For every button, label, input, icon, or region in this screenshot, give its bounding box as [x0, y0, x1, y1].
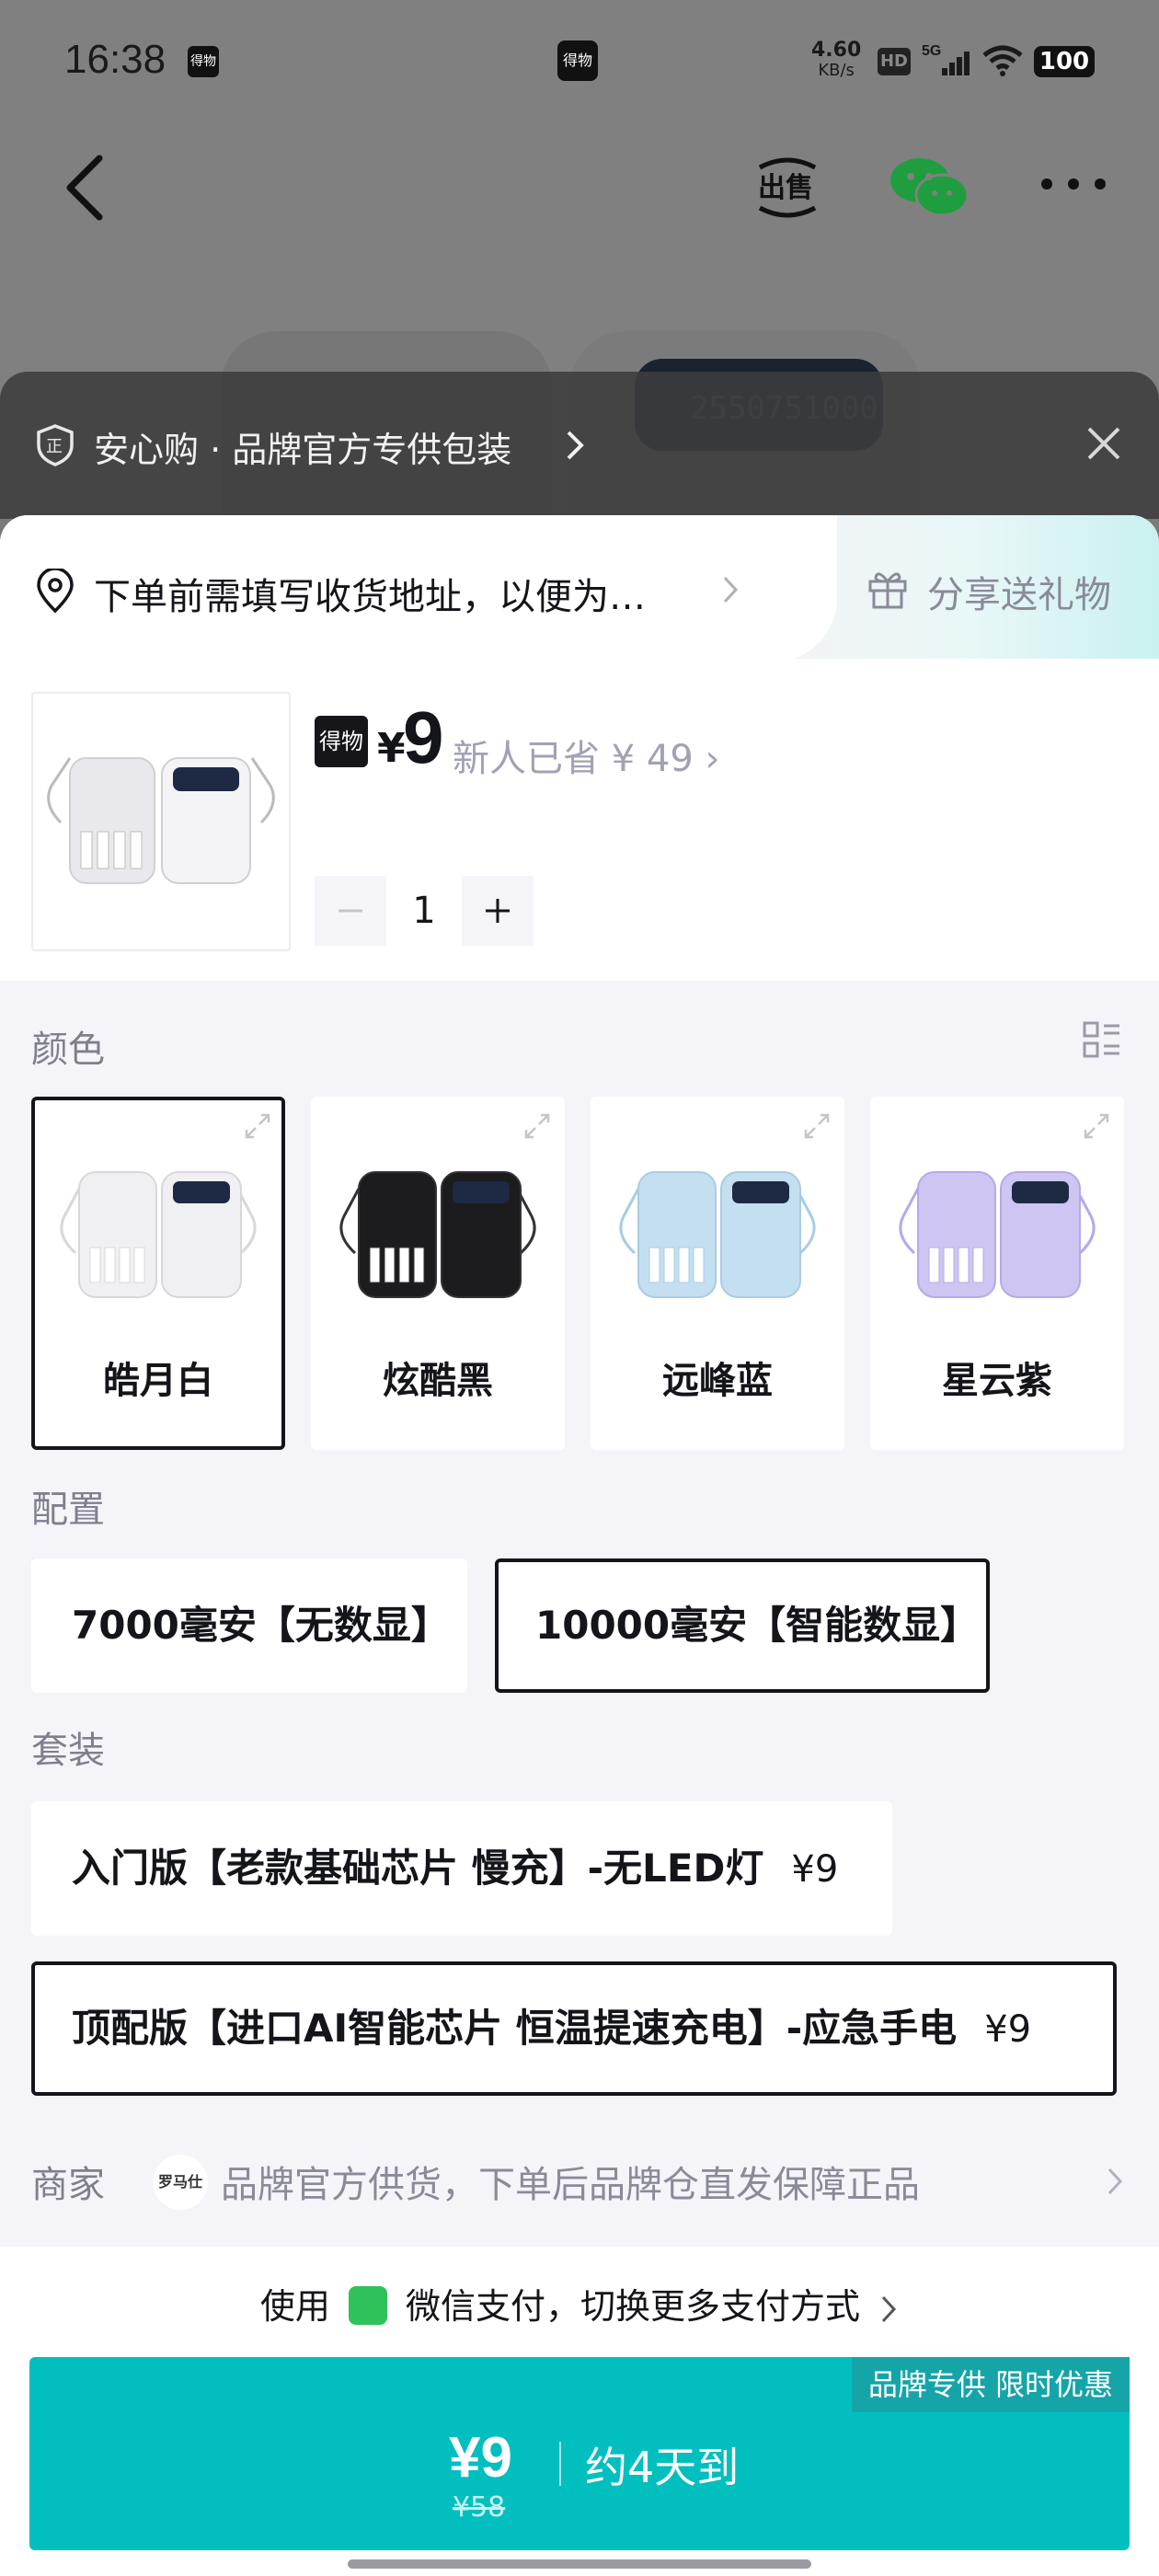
app-logo-icon: 得物 [557, 40, 598, 81]
address-prompt[interactable]: 下单前需填写收货地址，以便为… [94, 567, 683, 620]
quantity-increase-button[interactable] [462, 876, 534, 946]
product-thumbnail-image [47, 757, 275, 884]
quantity-value[interactable]: 1 [386, 876, 462, 946]
payment-method-text: 微信支付，切换更多支付方式 [406, 2286, 861, 2327]
sell-icon-text: 出售 [758, 172, 813, 204]
color-option-image [60, 1171, 257, 1298]
product-thumbnail[interactable] [31, 692, 291, 951]
expand-icon[interactable] [241, 1110, 274, 1143]
delivery-eta: 约4天到 [585, 2443, 740, 2492]
config-option-10000[interactable]: 10000毫安【智能数显】 [495, 1558, 990, 1693]
color-option-label: 皓月白 [103, 1360, 213, 1402]
promo-badge: 品牌专供 限时优惠 [851, 2357, 1130, 2412]
location-pin-icon [37, 569, 74, 614]
bundle-option-label: 入门版【老款基础芯片 慢充】-无LED灯 [72, 1846, 764, 1891]
sell-icon[interactable]: 出售 [751, 147, 824, 224]
bundle-option-basic[interactable]: 入门版【老款基础芯片 慢充】-无LED灯 ¥9 [31, 1801, 892, 1936]
color-option-card[interactable]: 炫酷黑 [311, 1097, 565, 1450]
network-speed: 4.60 KB/s [811, 40, 861, 81]
section-label-color: 颜色 [31, 1029, 105, 1071]
config-option-label: 10000毫安【智能数显】 [535, 1603, 980, 1648]
status-bar: 16:38 得物 得物 4.60 KB/s HD 5G 100 [0, 0, 1159, 120]
chevron-right-icon [882, 2295, 897, 2322]
wifi-icon [982, 45, 1023, 76]
color-option-image [899, 1171, 1096, 1298]
close-icon[interactable] [1084, 423, 1124, 464]
quantity-decrease-button[interactable] [315, 876, 386, 946]
color-option-card[interactable]: 星云紫 [870, 1097, 1124, 1450]
hd-icon: HD [878, 48, 911, 75]
shield-icon: 正 [37, 424, 74, 466]
bundle-option-price: ¥9 [791, 1848, 839, 1891]
payment-prefix: 使用 [259, 2286, 330, 2327]
network-speed-value: 4.60 [811, 39, 862, 62]
chevron-right-icon [723, 576, 739, 604]
color-option-card[interactable]: 远峰蓝 [591, 1097, 844, 1450]
bundle-option-price: ¥9 [984, 2008, 1032, 2051]
signal-5g-icon: 5G [922, 43, 970, 75]
expand-icon[interactable] [521, 1110, 554, 1143]
color-option-card[interactable]: 皓月白 [31, 1097, 285, 1450]
new-user-saving[interactable]: 新人已省 ¥ 49 › [453, 729, 720, 782]
color-option-label: 星云紫 [942, 1360, 1052, 1402]
color-option-label: 远峰蓝 [662, 1360, 773, 1402]
section-label-merchant: 商家 [31, 2164, 105, 2206]
expand-icon[interactable] [800, 1110, 833, 1143]
share-gift-label[interactable]: 分享送礼物 [927, 565, 1111, 618]
chevron-right-icon[interactable] [1106, 2166, 1124, 2197]
network-speed-unit: KB/s [818, 61, 855, 80]
price-currency: ¥ [377, 725, 406, 772]
new-user-saving-text: 新人已省 ¥ 49 [453, 738, 694, 780]
product-price: 9 [403, 696, 444, 778]
assurance-text[interactable]: 安心购 · 品牌官方专供包装 [94, 421, 511, 472]
buy-button[interactable]: 品牌专供 限时优惠 ¥9 ¥58 约4天到 [29, 2357, 1130, 2550]
config-option-label: 7000毫安【无数显】 [72, 1603, 450, 1648]
home-indicator[interactable] [348, 2559, 811, 2569]
chevron-right-icon [567, 431, 584, 460]
section-label-config: 配置 [31, 1489, 105, 1531]
app-notification-icon: 得物 [188, 46, 219, 77]
sku-selection-sheet: 分享送礼物 下单前需填写收货地址，以便为… 得物 ¥ 9 新人已省 ¥ 49 ›… [0, 515, 1159, 2576]
network-type: 5G [922, 43, 941, 59]
wechat-pay-icon [348, 2285, 387, 2325]
buy-price: ¥9 [449, 2426, 512, 2490]
svg-text:正: 正 [46, 437, 63, 456]
merchant-description[interactable]: 品牌官方供货，下单后品牌仓直发保障正品 [221, 2155, 920, 2208]
app-logo-icon: 得物 [315, 716, 368, 767]
battery-icon: 100 [1034, 46, 1095, 77]
status-time: 16:38 [64, 37, 166, 82]
more-icon[interactable] [1032, 166, 1115, 202]
bundle-option-premium[interactable]: 顶配版【进口AI智能芯片 恒温提速充电】-应急手电 ¥9 [31, 1961, 1117, 2096]
chevron-left-icon[interactable] [59, 151, 114, 224]
color-option-image [339, 1171, 536, 1298]
config-option-7000[interactable]: 7000毫安【无数显】 [31, 1558, 467, 1693]
section-label-bundle: 套装 [31, 1730, 105, 1772]
merchant-logo: 罗马仕 [153, 2155, 208, 2210]
gift-icon [868, 572, 907, 609]
expand-icon[interactable] [1080, 1110, 1113, 1143]
bundle-option-label: 顶配版【进口AI智能芯片 恒温提速充电】-应急手电 [72, 2006, 958, 2051]
original-price: ¥58 [453, 2491, 506, 2524]
color-option-label: 炫酷黑 [383, 1360, 493, 1402]
divider [559, 2442, 561, 2486]
color-option-image [619, 1171, 816, 1298]
list-view-icon[interactable] [1082, 1019, 1122, 1060]
payment-method-switch[interactable]: 使用 微信支付，切换更多支付方式 [0, 2278, 1159, 2329]
wechat-icon[interactable] [889, 155, 970, 221]
